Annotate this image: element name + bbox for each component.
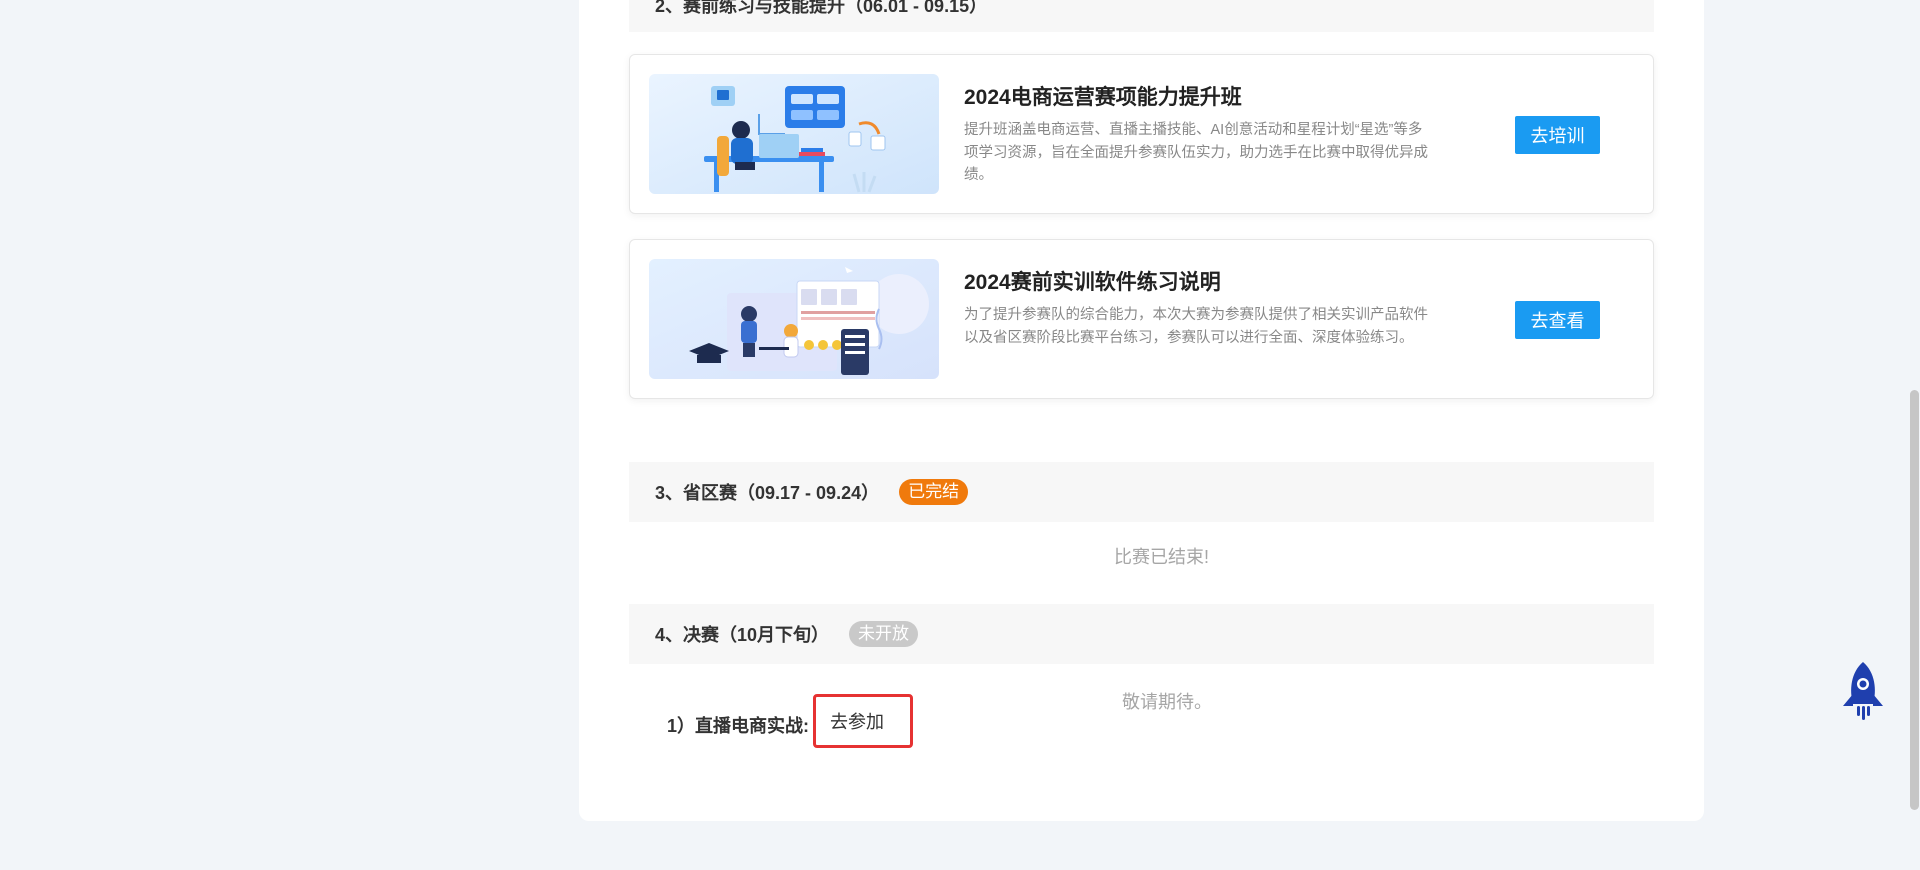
training-card: 2024电商运营赛项能力提升班 提升班涵盖电商运营、直播主播技能、AI创意活动和… — [629, 54, 1654, 214]
section-2-header: 2、赛前练习与技能提升（06.01 - 09.15） — [629, 0, 1654, 32]
section-4-header: 4、决赛（10月下旬） 未开放 — [629, 604, 1654, 664]
scrollbar-thumb[interactable] — [1910, 390, 1919, 810]
card-title: 2024电商运营赛项能力提升班 — [964, 86, 1242, 109]
content-panel: 2、赛前练习与技能提升（06.01 - 09.15） 2024电商运营赛项能力提… — [579, 0, 1704, 821]
training-illustration — [649, 74, 939, 194]
scrollbar[interactable] — [1906, 0, 1920, 870]
page: 2、赛前练习与技能提升（06.01 - 09.15） 2024电商运营赛项能力提… — [0, 0, 1920, 870]
section-4-title: 4、决赛（10月下旬） — [655, 625, 830, 645]
section-3-header: 3、省区赛（09.17 - 09.24） 已完结 — [629, 462, 1654, 522]
status-badge: 已完结 — [899, 479, 969, 505]
live-ecommerce-label: 1）直播电商实战: — [667, 716, 810, 736]
section-3-title: 3、省区赛（09.17 - 09.24） — [655, 483, 880, 503]
competition-ended-text: 比赛已结束! — [1114, 547, 1210, 567]
go-view-button[interactable]: 去查看 — [1515, 301, 1600, 339]
card-title: 2024赛前实训软件练习说明 — [964, 271, 1221, 294]
go-training-button[interactable]: 去培训 — [1515, 116, 1600, 154]
card-description: 提升班涵盖电商运营、直播主播技能、AI创意活动和星程计划“星选”等多项学习资源，… — [964, 122, 1428, 183]
section-2-title: 2、赛前练习与技能提升（06.01 - 09.15） — [655, 0, 988, 16]
coming-soon-text: 敬请期待。 — [1122, 692, 1212, 712]
practice-card: 2024赛前实训软件练习说明 为了提升参赛队的综合能力，本次大赛为参赛队提供了相… — [629, 239, 1654, 399]
rocket-icon[interactable] — [1841, 660, 1885, 724]
practice-illustration — [649, 259, 939, 379]
card-description: 为了提升参赛队的综合能力，本次大赛为参赛队提供了相关实训产品软件以及省区赛阶段比… — [964, 307, 1428, 346]
join-button[interactable]: 去参加 — [813, 694, 913, 748]
status-badge: 未开放 — [849, 621, 919, 647]
